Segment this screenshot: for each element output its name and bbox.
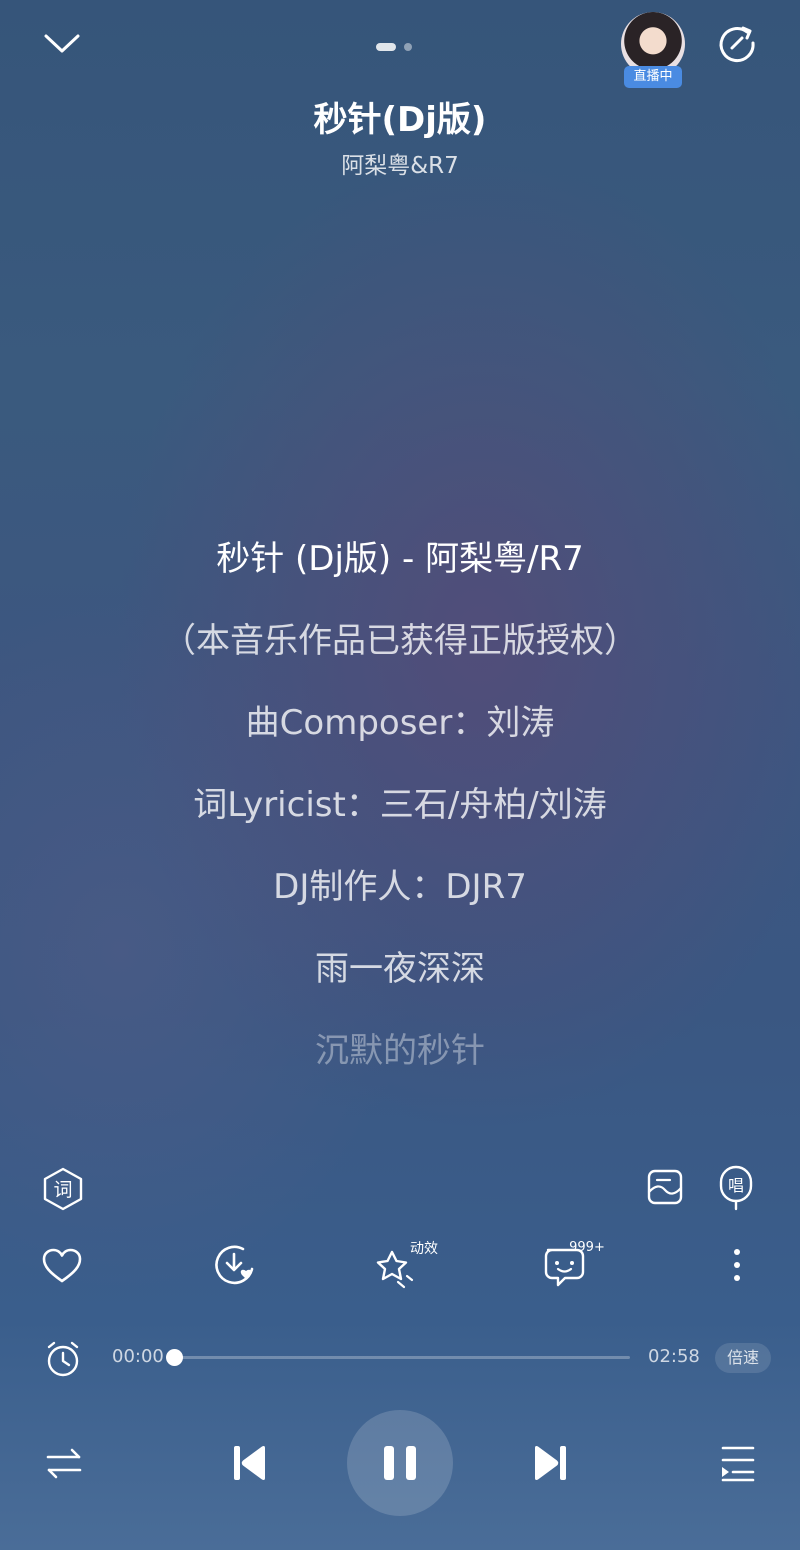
live-avatar[interactable]: 直播中 [618, 12, 688, 90]
sing-button[interactable]: 唱 [710, 1162, 762, 1214]
effects-button[interactable]: 动效 [374, 1236, 444, 1292]
play-mode-button[interactable] [38, 1440, 90, 1486]
effects-label: 动效 [410, 1241, 438, 1257]
pause-button[interactable] [347, 1410, 453, 1516]
alarm-icon [47, 1341, 79, 1377]
lyrics-icon-char: 词 [53, 1179, 72, 1201]
previous-button[interactable] [222, 1436, 278, 1490]
playlist-button[interactable] [712, 1438, 764, 1488]
playlist-icon [721, 1446, 755, 1482]
progress-track[interactable] [174, 1356, 630, 1359]
share-icon [719, 26, 755, 63]
download-icon [215, 1245, 254, 1285]
next-button[interactable] [522, 1436, 578, 1490]
repeat-icon [46, 1448, 82, 1479]
timer-button[interactable] [40, 1336, 86, 1382]
speed-button[interactable]: 倍速 [715, 1343, 771, 1373]
page-dot [404, 43, 412, 51]
total-time: 02:58 [648, 1346, 700, 1367]
song-artist[interactable]: 阿梨粤&R7 [0, 146, 800, 180]
more-button[interactable] [722, 1242, 752, 1288]
previous-icon [234, 1446, 265, 1480]
collapse-button[interactable] [36, 24, 88, 64]
lyrics-panel[interactable]: 秒针 (Dj版) - 阿梨粤/R7 （本音乐作品已获得正版授权） 曲Compos… [0, 536, 800, 1110]
lyric-line[interactable]: 沉默的秒针 [0, 1028, 800, 1110]
download-button[interactable] [208, 1240, 262, 1292]
elapsed-time: 00:00 [112, 1346, 164, 1367]
page-indicator [376, 43, 412, 51]
next-icon [535, 1446, 566, 1480]
comment-count: 999+ [569, 1240, 605, 1255]
chevron-down-icon [44, 34, 80, 53]
lyric-line[interactable]: 秒针 (Dj版) - 阿梨粤/R7 [0, 536, 800, 618]
lyrics-icon: 词 [43, 1167, 83, 1211]
lyric-line[interactable]: 词Lyricist：三石/舟柏/刘涛 [0, 782, 800, 864]
poster-icon [647, 1169, 683, 1205]
poster-button[interactable] [640, 1164, 690, 1210]
lyric-line[interactable]: 雨一夜深深 [0, 946, 800, 1028]
page-dot-active [376, 43, 396, 51]
sing-icon: 唱 [719, 1165, 753, 1211]
lyric-line[interactable]: 曲Composer：刘涛 [0, 700, 800, 782]
live-badge: 直播中 [624, 66, 682, 88]
comment-button[interactable]: 999+ [540, 1236, 606, 1292]
song-title: 秒针(Dj版) [313, 100, 487, 140]
lyric-line[interactable]: DJ制作人：DJR7 [0, 864, 800, 946]
comment-icon: 999+ [544, 1240, 605, 1287]
pause-icon [384, 1446, 416, 1480]
effects-icon: 动效 [376, 1241, 438, 1289]
share-button[interactable] [712, 18, 762, 68]
more-icon [734, 1249, 740, 1281]
heart-icon [42, 1248, 82, 1283]
sing-icon-char: 唱 [728, 1176, 744, 1195]
lyrics-button[interactable]: 词 [38, 1164, 88, 1214]
progress-thumb[interactable] [166, 1349, 183, 1366]
like-button[interactable] [36, 1242, 88, 1290]
lyric-line[interactable]: （本音乐作品已获得正版授权） [0, 618, 800, 700]
